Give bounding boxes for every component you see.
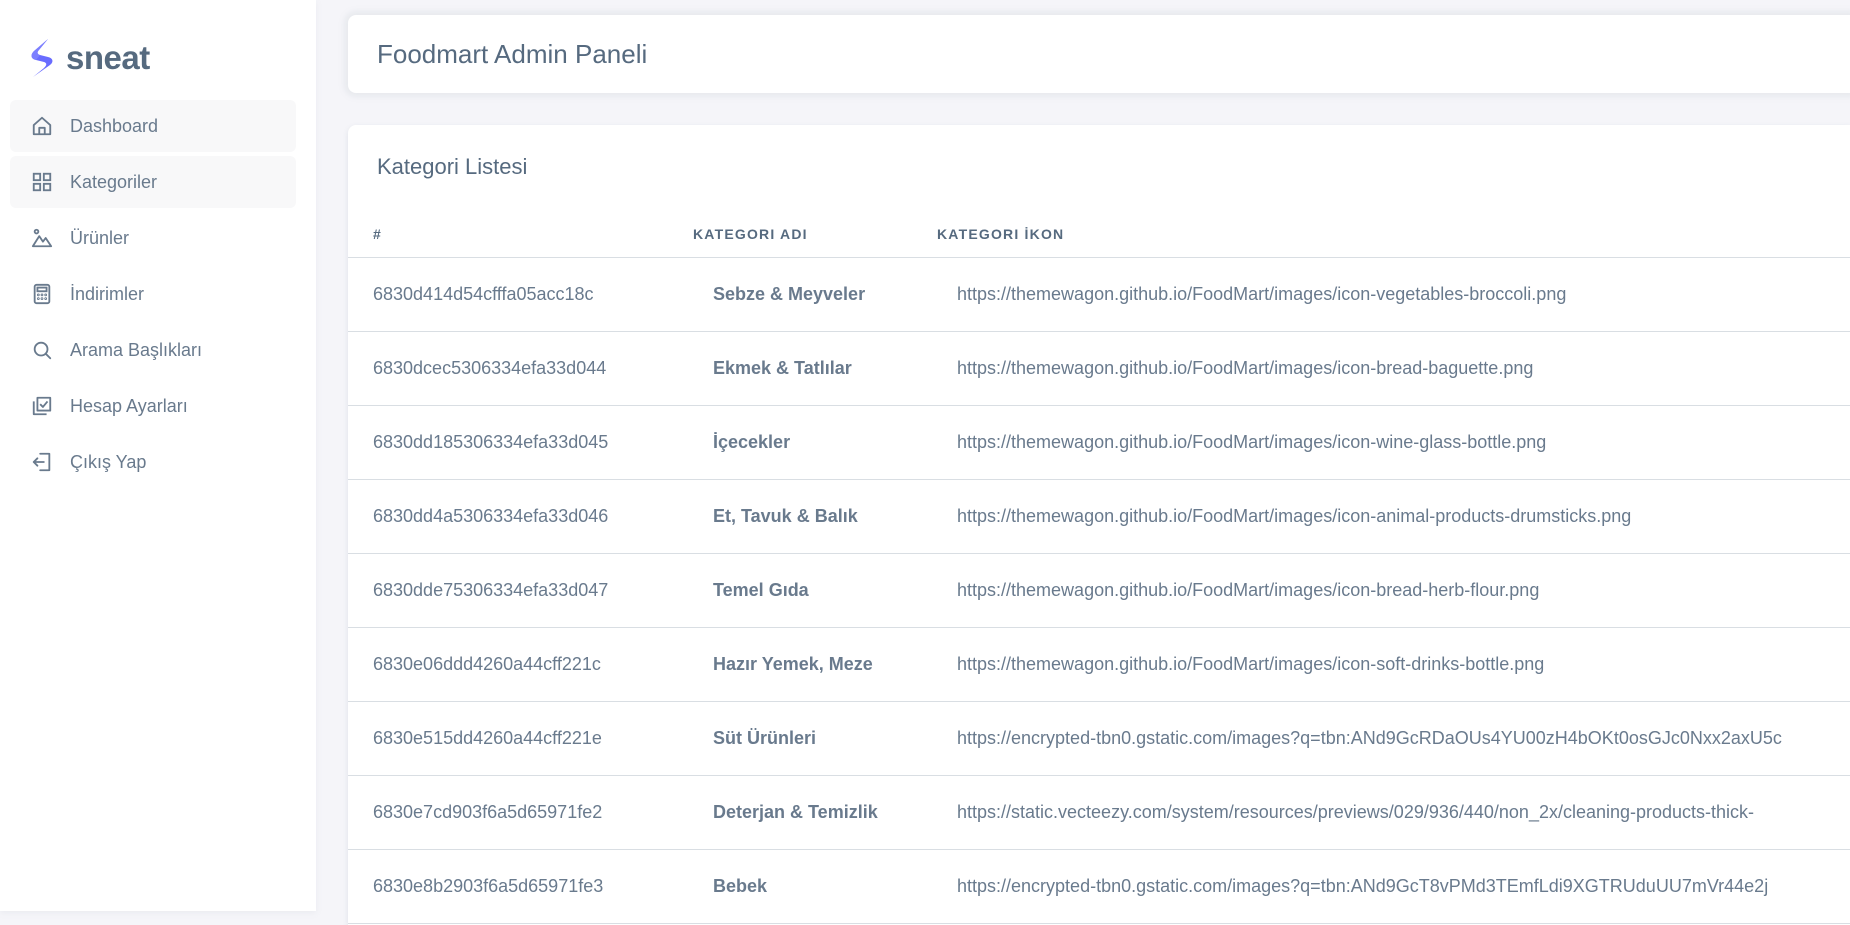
table-row[interactable]: 6830d414d54cfffa05acc18c Sebze & Meyvele… — [348, 257, 1850, 332]
category-id: 6830d414d54cfffa05acc18c — [348, 257, 693, 332]
table-row[interactable]: 6830dd4a5306334efa33d046 Et, Tavuk & Bal… — [348, 479, 1850, 554]
sidebar-item-cikis-yap[interactable]: Çıkış Yap — [10, 436, 296, 488]
category-icon-url: https://themewagon.github.io/FoodMart/im… — [937, 553, 1850, 628]
page-title: Foodmart Admin Paneli — [377, 38, 648, 69]
calculator-icon — [30, 282, 54, 306]
sidebar-item-label: Hesap Ayarları — [70, 395, 188, 416]
sidebar-menu: Dashboard Kategoriler Ürünler İndirimler… — [10, 100, 296, 492]
category-name: Sebze & Meyveler — [693, 257, 937, 332]
sidebar-item-urunler[interactable]: Ürünler — [10, 212, 296, 264]
category-icon-url: https://static.vecteezy.com/system/resou… — [937, 775, 1850, 850]
home-icon — [30, 114, 54, 138]
brand-name: sneat — [66, 39, 150, 76]
category-table: # KATEGORI ADI KATEGORI İKON 6830d414d54… — [348, 211, 1850, 924]
category-name: Bebek — [693, 849, 937, 924]
sidebar-item-arama-basliklari[interactable]: Arama Başlıkları — [10, 324, 296, 376]
table-row[interactable]: 6830e515dd4260a44cff221e Süt Ürünleri ht… — [348, 701, 1850, 776]
category-id: 6830e06ddd4260a44cff221c — [348, 627, 693, 702]
column-header-id: # — [348, 211, 693, 258]
category-name: Temel Gıda — [693, 553, 937, 628]
category-id: 6830e8b2903f6a5d65971fe3 — [348, 849, 693, 924]
column-header-icon: KATEGORI İKON — [937, 211, 1850, 258]
table-row[interactable]: 6830e7cd903f6a5d65971fe2 Deterjan & Temi… — [348, 775, 1850, 850]
category-name: Et, Tavuk & Balık — [693, 479, 937, 554]
search-icon — [30, 338, 54, 362]
sidebar-item-label: Çıkış Yap — [70, 451, 147, 472]
table-row[interactable]: 6830dcec5306334efa33d044 Ekmek & Tatlıla… — [348, 331, 1850, 406]
top-navbar: Foodmart Admin Paneli — [348, 15, 1850, 93]
category-name: Hazır Yemek, Meze — [693, 627, 937, 702]
category-id: 6830e515dd4260a44cff221e — [348, 701, 693, 776]
logout-icon — [30, 450, 54, 474]
category-icon-url: https://themewagon.github.io/FoodMart/im… — [937, 627, 1850, 702]
sidebar-item-label: Ürünler — [70, 227, 130, 248]
column-header-name: KATEGORI ADI — [693, 211, 937, 258]
category-icon-url: https://themewagon.github.io/FoodMart/im… — [937, 331, 1850, 406]
category-id: 6830dde75306334efa33d047 — [348, 553, 693, 628]
card-title: Kategori Listesi — [377, 154, 528, 179]
category-icon-url: https://encrypted-tbn0.gstatic.com/image… — [937, 849, 1850, 924]
category-name: Süt Ürünleri — [693, 701, 937, 776]
table-row[interactable]: 6830dd185306334efa33d045 İçecekler https… — [348, 405, 1850, 480]
category-list-card: Kategori Listesi # KATEGORI ADI KATEGORI… — [348, 125, 1850, 925]
check-square-icon — [30, 394, 54, 418]
category-icon-url: https://themewagon.github.io/FoodMart/im… — [937, 479, 1850, 554]
category-id: 6830dd185306334efa33d045 — [348, 405, 693, 480]
category-id: 6830dd4a5306334efa33d046 — [348, 479, 693, 554]
category-name: İçecekler — [693, 405, 937, 480]
landscape-icon — [30, 226, 54, 250]
sidebar-item-label: Dashboard — [70, 115, 159, 136]
sidebar: sneat Dashboard Kategoriler Ürünler İndi… — [0, 0, 316, 911]
sidebar-item-label: Arama Başlıkları — [70, 339, 203, 360]
table-row[interactable]: 6830dde75306334efa33d047 Temel Gıda http… — [348, 553, 1850, 628]
category-name: Deterjan & Temizlik — [693, 775, 937, 850]
table-row[interactable]: 6830e06ddd4260a44cff221c Hazır Yemek, Me… — [348, 627, 1850, 702]
sneat-logo-icon — [31, 39, 53, 77]
sidebar-item-kategoriler[interactable]: Kategoriler — [10, 156, 296, 208]
sidebar-item-label: İndirimler — [70, 283, 145, 304]
category-id: 6830dcec5306334efa33d044 — [348, 331, 693, 406]
category-id: 6830e7cd903f6a5d65971fe2 — [348, 775, 693, 850]
category-icon-url: https://themewagon.github.io/FoodMart/im… — [937, 257, 1850, 332]
sidebar-item-indirimler[interactable]: İndirimler — [10, 268, 296, 320]
table-row[interactable]: 6830e8b2903f6a5d65971fe3 Bebek https://e… — [348, 849, 1850, 924]
category-icon-url: https://themewagon.github.io/FoodMart/im… — [937, 405, 1850, 480]
sidebar-item-label: Kategoriler — [70, 171, 158, 192]
sidebar-item-hesap-ayarlari[interactable]: Hesap Ayarları — [10, 380, 296, 432]
table-header: # KATEGORI ADI KATEGORI İKON — [348, 211, 1850, 258]
brand[interactable]: sneat — [26, 36, 150, 80]
category-icon-url: https://encrypted-tbn0.gstatic.com/image… — [937, 701, 1850, 776]
category-name: Ekmek & Tatlılar — [693, 331, 937, 406]
table-body: 6830d414d54cfffa05acc18c Sebze & Meyvele… — [348, 257, 1850, 924]
sidebar-item-dashboard[interactable]: Dashboard — [10, 100, 296, 152]
grid-icon — [30, 170, 54, 194]
